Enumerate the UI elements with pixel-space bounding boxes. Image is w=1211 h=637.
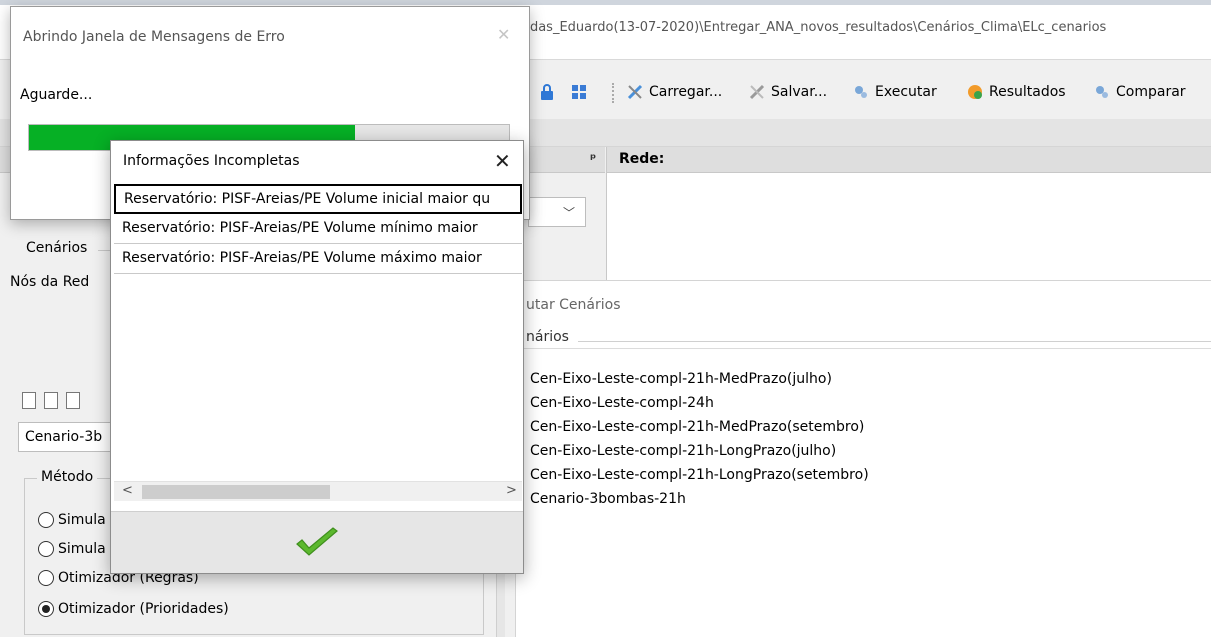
carregar-button[interactable]: Carregar... <box>626 83 722 101</box>
lock-icon <box>541 84 553 100</box>
comparar-label: Comparar <box>1116 84 1186 100</box>
radio-label: Simula <box>58 512 106 528</box>
ok-checkmark-button[interactable] <box>293 526 341 560</box>
incomplete-info-dialog: Informações Incompletas ✕ Reservatório: … <box>110 140 524 574</box>
radio-simulador-2[interactable]: Simula <box>38 541 106 557</box>
radio-circle <box>38 541 54 557</box>
network-panel-header: Rede: <box>607 147 1211 173</box>
gears-icon <box>1096 86 1108 98</box>
resultados-label: Resultados <box>989 84 1066 100</box>
salvar-button[interactable]: Salvar... <box>748 83 827 101</box>
dialog-footer <box>111 511 523 573</box>
radio-label: Otimizador (Prioridades) <box>58 601 229 617</box>
message-list: Reservatório: PISF-Areias/PE Volume inic… <box>114 184 522 280</box>
gears-icon <box>855 86 867 98</box>
scenario-list: Cen-Eixo-Leste-compl-21h-MedPrazo(julho)… <box>530 367 869 511</box>
toolbar-separator <box>612 83 616 103</box>
tools-icon <box>627 84 643 100</box>
section-divider <box>578 341 1211 342</box>
execute-scenarios-window: utar Cenários nários Cen-Eixo-Leste-comp… <box>515 280 1211 637</box>
layout-icon-button[interactable] <box>570 83 588 101</box>
new-document-icon[interactable] <box>22 392 36 409</box>
metodo-legend: Método <box>37 469 98 485</box>
message-list-empty-area <box>114 281 522 481</box>
resultados-button[interactable]: Resultados <box>966 83 1066 101</box>
file-path: adas_Eduardo(13-07-2020)\Entregar_ANA_no… <box>522 20 1107 35</box>
chevron-down-icon: ﹀ <box>562 206 575 220</box>
radio-circle <box>38 512 54 528</box>
scroll-right-icon[interactable]: > <box>506 483 517 498</box>
list-item[interactable]: Reservatório: PISF-Areias/PE Volume máxi… <box>114 244 522 274</box>
dropdown[interactable]: ﹀ <box>528 197 586 227</box>
close-icon[interactable]: ✕ <box>494 149 511 173</box>
list-item[interactable]: Reservatório: PISF-Areias/PE Volume inic… <box>114 184 522 214</box>
execute-section-header: nários <box>516 325 1211 349</box>
save-tools-icon <box>749 84 765 100</box>
list-item[interactable]: Cen-Eixo-Leste-compl-21h-LongPrazo(setem… <box>530 463 869 487</box>
salvar-label: Salvar... <box>771 84 828 100</box>
results-icon <box>968 85 982 99</box>
progress-dialog-title: Abrindo Janela de Mensagens de Erro <box>23 29 285 45</box>
progress-message: Aguarde... <box>20 87 93 103</box>
list-item[interactable]: Cen-Eixo-Leste-compl-21h-MedPrazo(setemb… <box>530 415 869 439</box>
list-item[interactable]: Reservatório: PISF-Areias/PE Volume míni… <box>114 214 522 244</box>
cenarios-label: Cenários <box>26 240 88 256</box>
carregar-label: Carregar... <box>649 84 723 100</box>
executar-label: Executar <box>875 84 937 100</box>
info-dialog-title: Informações Incompletas <box>123 153 300 169</box>
lock-icon-button[interactable] <box>538 83 556 101</box>
checkmark-icon <box>296 527 338 556</box>
scroll-left-icon[interactable]: < <box>122 483 133 498</box>
radio-simulador-1[interactable]: Simula <box>38 512 106 528</box>
scenario-tool-icons <box>22 392 80 409</box>
scrollbar-thumb[interactable] <box>142 485 330 499</box>
radio-circle-selected <box>38 601 54 617</box>
horizontal-scrollbar[interactable]: < > <box>114 481 522 501</box>
copy-icon[interactable] <box>44 392 58 409</box>
radio-label: Simula <box>58 541 106 557</box>
comparar-button[interactable]: Comparar <box>1093 83 1186 101</box>
rede-label: Rede: <box>619 151 665 167</box>
executar-button[interactable]: Executar <box>852 83 937 101</box>
window-top-edge <box>0 0 1211 5</box>
pin-icon[interactable]: ᵖ <box>590 152 596 167</box>
list-item[interactable]: Cenario-3bombas-21h <box>530 487 869 511</box>
list-item[interactable]: Cen-Eixo-Leste-compl-21h-LongPrazo(julho… <box>530 439 869 463</box>
section-label: nários <box>526 329 569 345</box>
radio-circle <box>38 570 54 586</box>
delete-icon[interactable] <box>66 392 80 409</box>
grid-icon <box>572 85 586 99</box>
list-item[interactable]: Cen-Eixo-Leste-compl-24h <box>530 391 869 415</box>
list-item[interactable]: Cen-Eixo-Leste-compl-21h-MedPrazo(julho) <box>530 367 869 391</box>
nos-da-rede-label: Nós da Red <box>10 274 90 290</box>
close-icon[interactable]: ✕ <box>497 25 510 44</box>
radio-otimizador-prioridades[interactable]: Otimizador (Prioridades) <box>38 601 229 617</box>
execute-window-title: utar Cenários <box>526 297 621 313</box>
